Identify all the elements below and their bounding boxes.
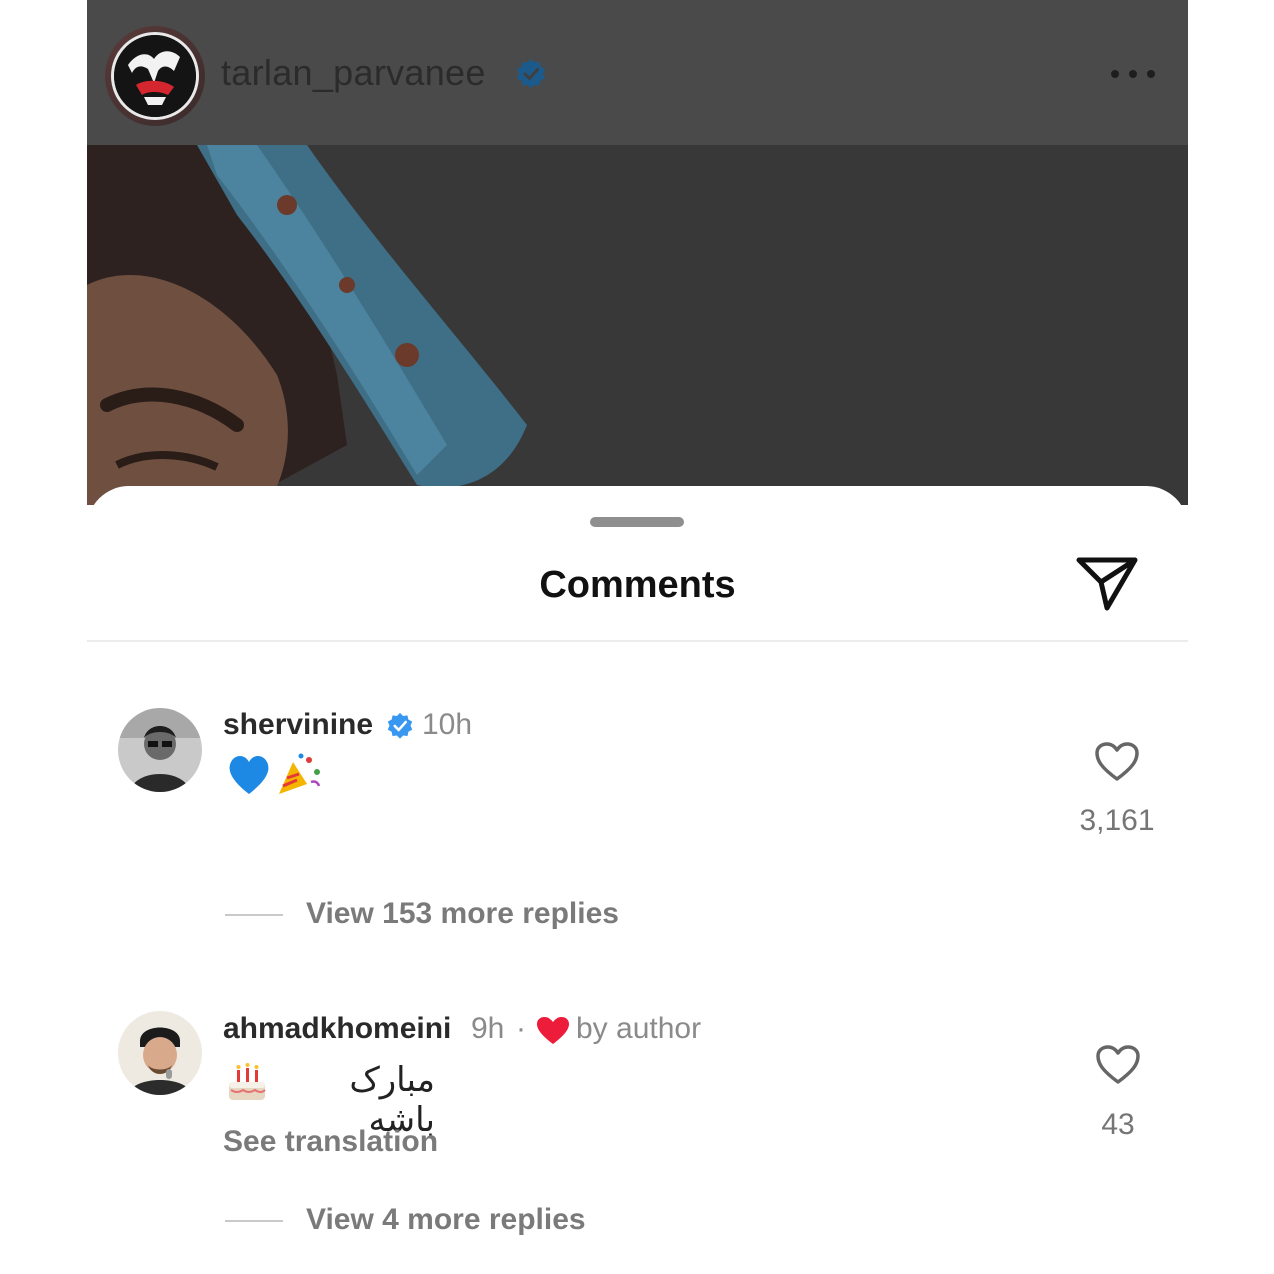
more-options-icon[interactable] (1111, 67, 1155, 81)
cake-emoji-text: 🎂 (225, 1060, 226, 1061)
by-author-label: by author (576, 1012, 702, 1045)
post-image (87, 145, 1188, 505)
comment-username[interactable]: ahmadkhomeini (223, 1012, 451, 1046)
see-translation-button[interactable]: See translation (223, 1125, 438, 1159)
post-header: tarlan_parvanee (87, 0, 1188, 145)
blue-heart-party-popper-icon (229, 753, 321, 794)
view-more-replies-button[interactable]: View 4 more replies (306, 1203, 586, 1237)
header-divider (87, 640, 1188, 642)
post-photo-artwork (87, 145, 1188, 505)
replies-line (225, 914, 283, 916)
send-icon[interactable] (1075, 556, 1139, 612)
emoji-text: 💙🎉 (227, 750, 230, 751)
like-heart-icon[interactable] (1094, 741, 1140, 783)
replies-line (225, 1220, 283, 1222)
verified-badge-icon (517, 59, 545, 89)
sheet-drag-handle[interactable] (590, 517, 684, 527)
like-heart-icon[interactable] (1095, 1044, 1141, 1086)
comment-time: 10h (422, 708, 473, 741)
separator-dot: · (516, 1012, 526, 1045)
comment-time: 9h (471, 1012, 505, 1045)
comments-sheet: Comments shervinine 10h 💙🎉 (87, 486, 1188, 1274)
instagram-post-screen: tarlan_parvanee Comments shervinine 10h … (87, 0, 1188, 1274)
post-avatar[interactable] (105, 26, 205, 126)
comment-emojis: 💙🎉 (227, 750, 327, 803)
commenter-avatar[interactable] (118, 708, 202, 792)
author-liked-heart-icon (537, 1017, 569, 1044)
like-count: 43 (1101, 1108, 1135, 1141)
verified-badge-icon (387, 712, 413, 739)
commenter-avatar[interactable] (118, 1011, 202, 1095)
view-more-replies-button[interactable]: View 153 more replies (306, 897, 619, 931)
logo-avatar-image (111, 32, 199, 120)
comment-username[interactable]: shervinine (223, 708, 373, 742)
like-count: 3,161 (1079, 804, 1155, 837)
post-username[interactable]: tarlan_parvanee (221, 52, 486, 94)
birthday-cake-icon (225, 1060, 269, 1109)
comments-title: Comments (539, 564, 736, 606)
